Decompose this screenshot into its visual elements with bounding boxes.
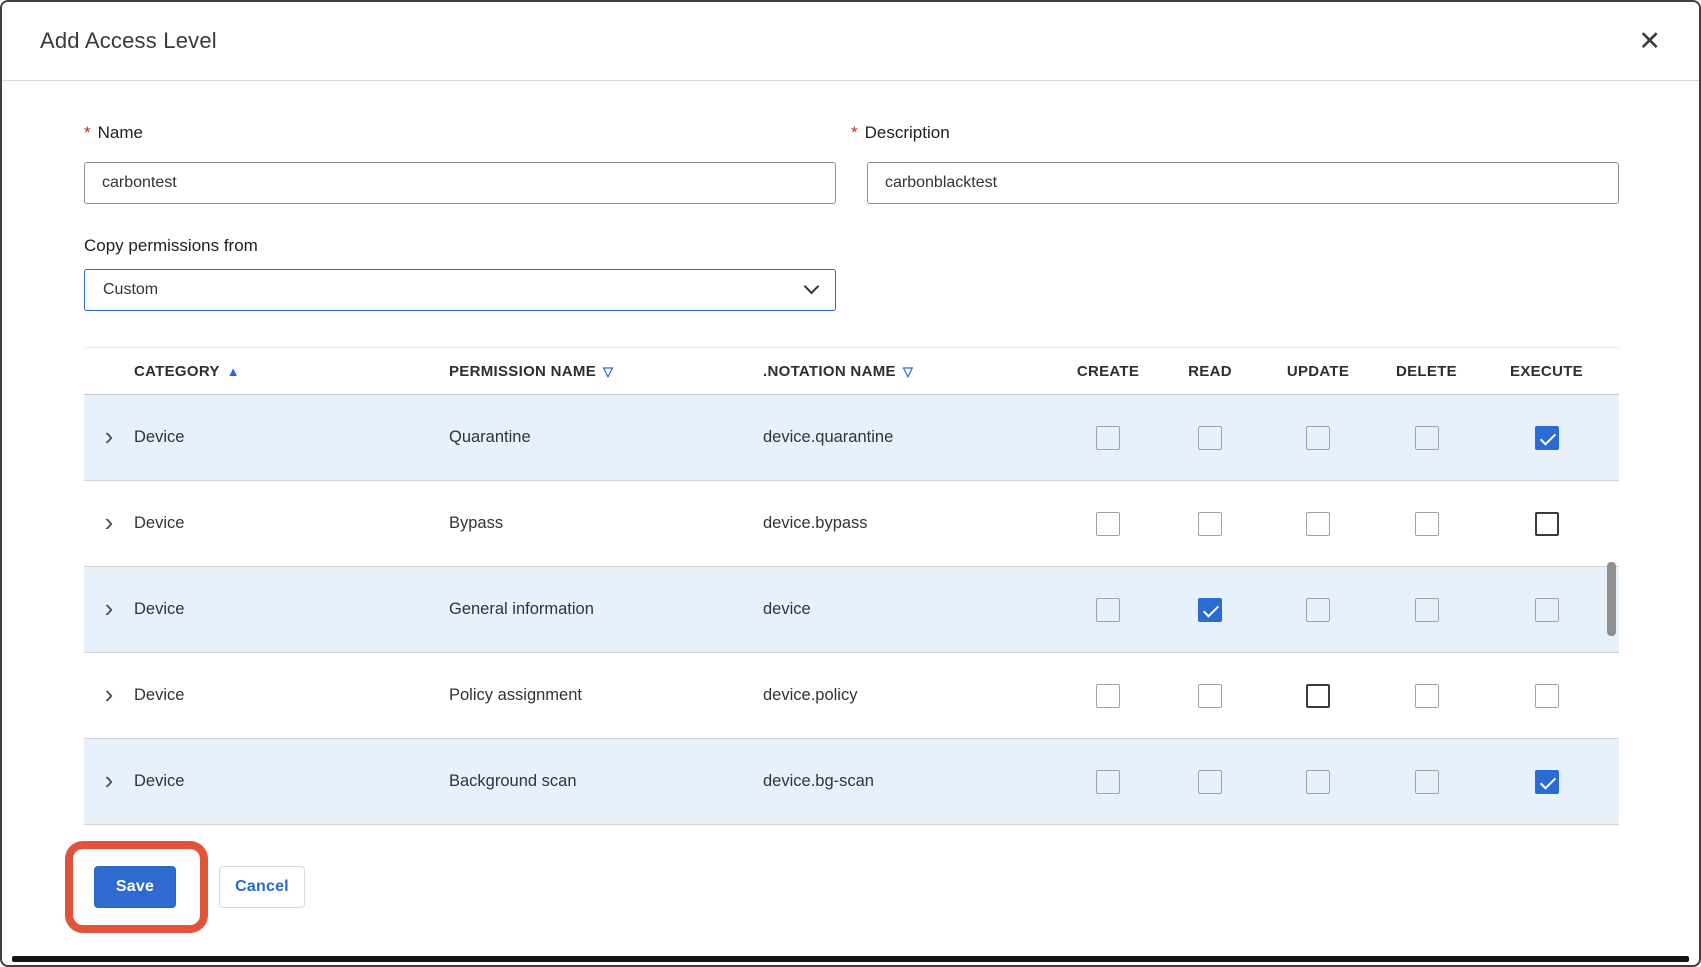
- table-header-row: CATEGORY ▲ PERMISSION NAME ▽ .NOTATION N…: [84, 347, 1619, 395]
- row-permission-name: Quarantine: [449, 428, 763, 447]
- permissions-table: CATEGORY ▲ PERMISSION NAME ▽ .NOTATION N…: [84, 347, 1619, 825]
- delete-checkbox[interactable]: [1415, 512, 1439, 536]
- table-scrollbar-thumb[interactable]: [1607, 562, 1616, 636]
- row-category: Device: [134, 600, 449, 619]
- column-header-execute: EXECUTE: [1474, 363, 1619, 380]
- read-checkbox[interactable]: [1198, 512, 1222, 536]
- column-header-read: READ: [1163, 363, 1257, 380]
- column-header-create: CREATE: [1053, 363, 1163, 380]
- sort-asc-icon[interactable]: ▲: [227, 365, 240, 378]
- update-checkbox[interactable]: [1306, 512, 1330, 536]
- execute-checkbox[interactable]: [1535, 770, 1559, 794]
- close-icon[interactable]: ✕: [1638, 28, 1661, 55]
- execute-checkbox[interactable]: [1535, 598, 1559, 622]
- chevron-down-icon: [804, 279, 820, 295]
- row-notation-name: device.bg-scan: [763, 772, 1053, 791]
- required-asterisk: *: [851, 123, 858, 142]
- row-permission-name: Policy assignment: [449, 686, 763, 705]
- create-checkbox[interactable]: [1096, 512, 1120, 536]
- row-category: Device: [134, 514, 449, 533]
- row-category: Device: [134, 686, 449, 705]
- row-permission-name: Bypass: [449, 514, 763, 533]
- update-checkbox[interactable]: [1306, 770, 1330, 794]
- delete-checkbox[interactable]: [1415, 684, 1439, 708]
- execute-checkbox[interactable]: [1535, 426, 1559, 450]
- save-button[interactable]: Save: [94, 866, 176, 908]
- read-checkbox[interactable]: [1198, 426, 1222, 450]
- row-expand-chevron-icon[interactable]: ›: [84, 767, 134, 797]
- read-checkbox[interactable]: [1198, 598, 1222, 622]
- row-permission-name: General information: [449, 600, 763, 619]
- update-checkbox[interactable]: [1306, 684, 1330, 708]
- row-category: Device: [134, 772, 449, 791]
- row-expand-chevron-icon[interactable]: ›: [84, 595, 134, 625]
- page-title: Add Access Level: [40, 28, 217, 54]
- dropdown-selected-value: Custom: [103, 281, 158, 299]
- modal-header: Add Access Level ✕: [2, 2, 1699, 81]
- table-row[interactable]: › Device General information device: [84, 567, 1619, 653]
- table-row[interactable]: › Device Policy assignment device.policy: [84, 653, 1619, 739]
- row-notation-name: device.policy: [763, 686, 1053, 705]
- description-input[interactable]: [867, 162, 1619, 204]
- row-notation-name: device.quarantine: [763, 428, 1053, 447]
- name-input[interactable]: [84, 162, 836, 204]
- execute-checkbox[interactable]: [1535, 684, 1559, 708]
- table-body: › Device Quarantine device.quarantine › …: [84, 395, 1619, 825]
- update-checkbox[interactable]: [1306, 598, 1330, 622]
- copy-permissions-label: Copy permissions from: [84, 236, 258, 256]
- copy-permissions-dropdown[interactable]: Custom: [84, 269, 836, 311]
- table-row[interactable]: › Device Bypass device.bypass: [84, 481, 1619, 567]
- bottom-page-edge: [12, 956, 1689, 962]
- column-header-notation-name[interactable]: .NOTATION NAME ▽: [763, 363, 1053, 380]
- row-category: Device: [134, 428, 449, 447]
- update-checkbox[interactable]: [1306, 426, 1330, 450]
- column-header-update: UPDATE: [1257, 363, 1379, 380]
- table-row[interactable]: › Device Background scan device.bg-scan: [84, 739, 1619, 825]
- create-checkbox[interactable]: [1096, 770, 1120, 794]
- column-header-category[interactable]: CATEGORY ▲: [134, 363, 449, 380]
- delete-checkbox[interactable]: [1415, 598, 1439, 622]
- row-expand-chevron-icon[interactable]: ›: [84, 681, 134, 711]
- column-header-delete: DELETE: [1379, 363, 1474, 380]
- name-label: *Name: [84, 123, 143, 143]
- column-header-permission-name[interactable]: PERMISSION NAME ▽: [449, 363, 763, 380]
- delete-checkbox[interactable]: [1415, 770, 1439, 794]
- create-checkbox[interactable]: [1096, 426, 1120, 450]
- delete-checkbox[interactable]: [1415, 426, 1439, 450]
- sort-desc-icon[interactable]: ▽: [603, 365, 613, 378]
- read-checkbox[interactable]: [1198, 770, 1222, 794]
- row-expand-chevron-icon[interactable]: ›: [84, 509, 134, 539]
- read-checkbox[interactable]: [1198, 684, 1222, 708]
- cancel-button[interactable]: Cancel: [219, 866, 305, 908]
- row-notation-name: device: [763, 600, 1053, 619]
- sort-desc-icon[interactable]: ▽: [903, 365, 913, 378]
- row-permission-name: Background scan: [449, 772, 763, 791]
- create-checkbox[interactable]: [1096, 598, 1120, 622]
- create-checkbox[interactable]: [1096, 684, 1120, 708]
- add-access-level-modal: Add Access Level ✕ *Name *Description Co…: [0, 0, 1701, 967]
- description-label: *Description: [851, 123, 950, 143]
- required-asterisk: *: [84, 123, 91, 142]
- row-expand-chevron-icon[interactable]: ›: [84, 423, 134, 453]
- execute-checkbox[interactable]: [1535, 512, 1559, 536]
- table-row[interactable]: › Device Quarantine device.quarantine: [84, 395, 1619, 481]
- row-notation-name: device.bypass: [763, 514, 1053, 533]
